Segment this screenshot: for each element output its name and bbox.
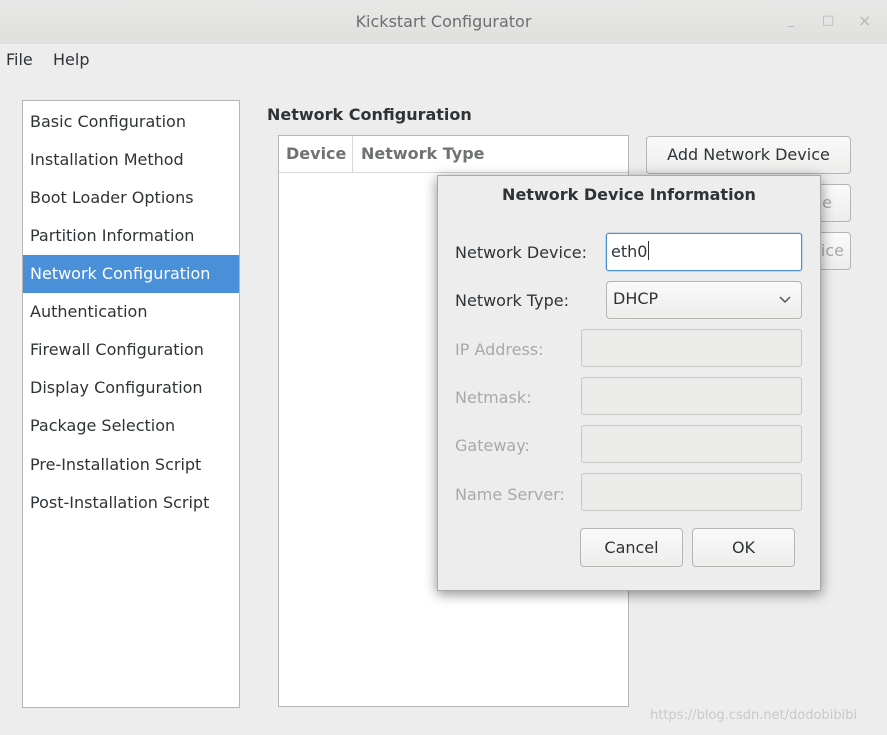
window-title: Kickstart Configurator xyxy=(355,12,532,31)
name-server-input[interactable] xyxy=(581,473,802,511)
close-icon[interactable]: × xyxy=(858,13,871,29)
gateway-label: Gateway: xyxy=(455,436,530,455)
table-header-divider xyxy=(279,172,628,173)
sidebar-item-installation-method[interactable]: Installation Method xyxy=(23,141,239,179)
chevron-down-icon xyxy=(779,296,791,304)
network-type-label: Network Type: xyxy=(455,291,570,310)
sidebar-item-package-selection[interactable]: Package Selection xyxy=(23,407,239,445)
text-cursor xyxy=(648,241,650,260)
name-server-label: Name Server: xyxy=(455,485,565,504)
ip-address-input[interactable] xyxy=(581,329,802,367)
sidebar-item-post-installation-script[interactable]: Post-Installation Script xyxy=(23,484,239,522)
sidebar-item-authentication[interactable]: Authentication xyxy=(23,293,239,331)
watermark: https://blog.csdn.net/dodobibibi xyxy=(650,708,858,723)
network-device-dialog: Network Device Information Network Devic… xyxy=(437,175,821,591)
menubar: File Help xyxy=(0,44,887,76)
network-device-input[interactable]: eth0 xyxy=(606,233,802,271)
sidebar-item-network-configuration[interactable]: Network Configuration xyxy=(23,255,239,293)
menu-help[interactable]: Help xyxy=(53,50,89,69)
dialog-title: Network Device Information xyxy=(502,185,756,204)
add-network-device-button[interactable]: Add Network Device xyxy=(646,136,851,174)
network-type-select[interactable]: DHCP xyxy=(606,281,802,319)
network-device-value: eth0 xyxy=(611,241,650,261)
sidebar-item-boot-loader-options[interactable]: Boot Loader Options xyxy=(23,179,239,217)
gateway-input[interactable] xyxy=(581,425,802,463)
ok-button[interactable]: OK xyxy=(692,528,795,567)
section-title: Network Configuration xyxy=(267,105,472,124)
cancel-button[interactable]: Cancel xyxy=(580,528,683,567)
network-device-label: Network Device: xyxy=(455,243,587,262)
sidebar-item-pre-installation-script[interactable]: Pre-Installation Script xyxy=(23,446,239,484)
menu-file[interactable]: File xyxy=(6,50,33,69)
network-type-value: DHCP xyxy=(613,289,659,308)
sidebar-item-firewall-configuration[interactable]: Firewall Configuration xyxy=(23,331,239,369)
sidebar-item-display-configuration[interactable]: Display Configuration xyxy=(23,369,239,407)
column-header-device[interactable]: Device xyxy=(279,136,353,172)
ip-address-label: IP Address: xyxy=(455,340,544,359)
netmask-label: Netmask: xyxy=(455,388,532,407)
maximize-icon[interactable]: □ xyxy=(822,14,834,28)
sidebar-item-basic-configuration[interactable]: Basic Configuration xyxy=(23,103,239,141)
netmask-input[interactable] xyxy=(581,377,802,415)
sidebar-item-partition-information[interactable]: Partition Information xyxy=(23,217,239,255)
window-titlebar[interactable]: Kickstart Configurator _ □ × xyxy=(0,0,887,44)
column-header-network-type[interactable]: Network Type xyxy=(354,136,624,172)
section-list: Basic Configuration Installation Method … xyxy=(22,100,240,708)
minimize-icon[interactable]: _ xyxy=(785,14,797,28)
